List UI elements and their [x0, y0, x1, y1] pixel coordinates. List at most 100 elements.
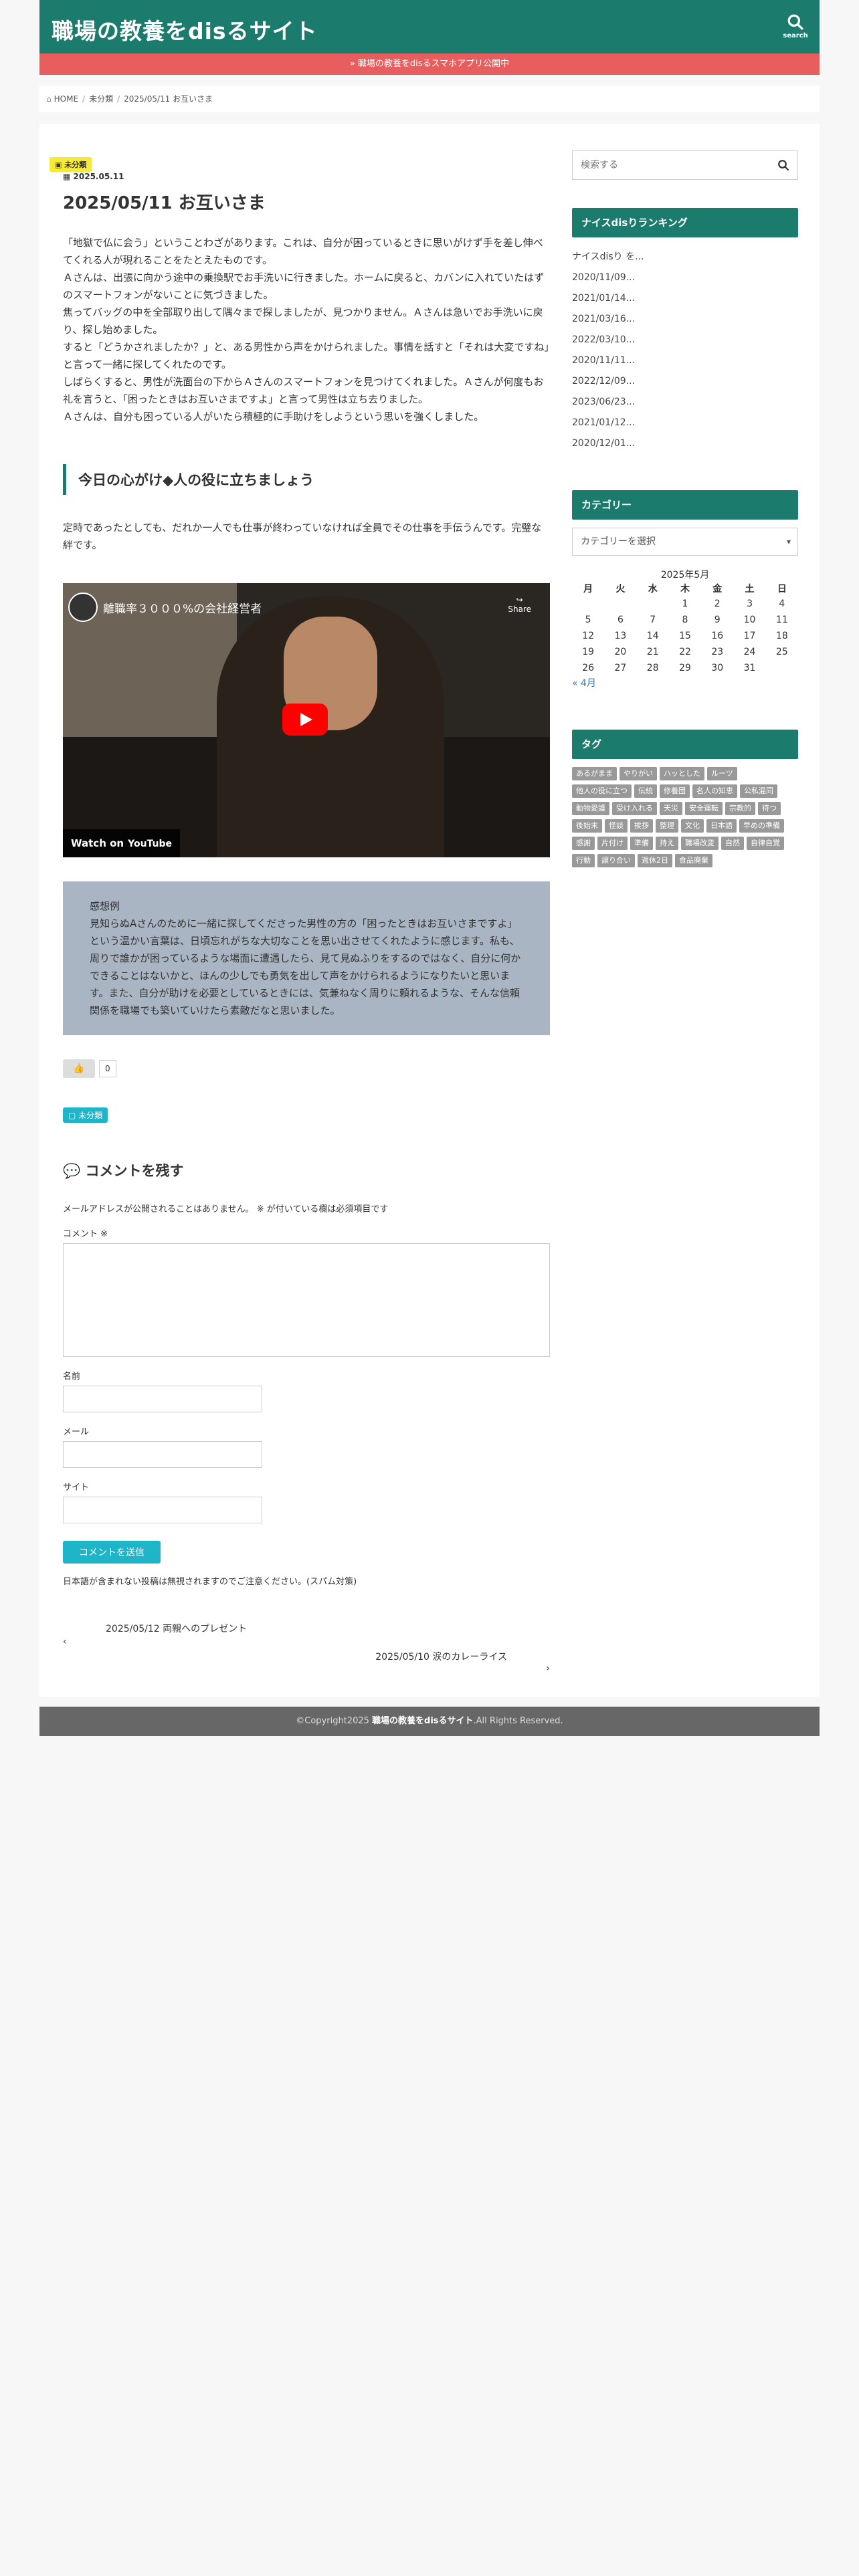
tag-link[interactable]: 職場改変: [681, 837, 719, 850]
calendar-day: 5: [585, 615, 591, 625]
tag-link[interactable]: 修養団: [660, 784, 690, 798]
tag-link[interactable]: 日本語: [706, 819, 737, 833]
calendar-day: 6: [617, 615, 624, 625]
tag-link[interactable]: 後始末: [572, 819, 602, 833]
tag-link[interactable]: 公私混同: [740, 784, 777, 798]
footer: ©Copyright2025 職場の教養をdisるサイト.All Rights …: [39, 1707, 820, 1736]
calendar-day: 10: [743, 615, 756, 625]
calendar-day: 13: [614, 631, 627, 641]
tag-link[interactable]: 天災: [660, 802, 682, 815]
tag-cloud: あるがまま やりがい ハッとした ルーツ他人の役に立つ 伝統 修養団 名人の知恵 公私混同動物…: [572, 767, 798, 867]
tag-link[interactable]: 行動: [572, 854, 595, 867]
tag-link[interactable]: 持え: [656, 837, 678, 850]
tag-link[interactable]: 準備: [630, 837, 653, 850]
category-ribbon[interactable]: ▣ 未分類: [50, 157, 92, 172]
category-select[interactable]: カテゴリーを選択: [572, 528, 798, 556]
body-paragraph: Ａさんは、自分も困っている人がいたら積極的に手助けをしようという思いを強くしまし…: [63, 411, 484, 423]
tag-link[interactable]: 食品廃棄: [675, 854, 712, 867]
section-body: 定時であったとしても、だれか一人でも仕事が終わっていなければ全員でその仕事を手伝…: [63, 522, 542, 551]
ranking-item[interactable]: 2023/06/23...: [572, 392, 798, 413]
next-post-link[interactable]: 2025/05/10 涙のカレーライス: [63, 1650, 550, 1663]
tag-link[interactable]: 自然: [721, 837, 744, 850]
ranking-item[interactable]: 2021/01/12...: [572, 413, 798, 433]
ranking-item[interactable]: 2020/11/09...: [572, 267, 798, 288]
ranking-item[interactable]: 2022/12/09...: [572, 371, 798, 392]
tag-link[interactable]: 挨拶: [630, 819, 653, 833]
tag-link[interactable]: ルーツ: [707, 767, 737, 780]
search-button[interactable]: search: [778, 11, 813, 43]
calendar-day: 15: [679, 631, 691, 641]
breadcrumb-category[interactable]: 未分類: [89, 94, 113, 104]
tag-link[interactable]: 片付け: [597, 837, 628, 850]
calendar-day: 4: [779, 599, 785, 609]
ranking-title: ナイスdisりランキング: [572, 208, 798, 237]
email-input[interactable]: [63, 1441, 262, 1468]
chevron-right-icon[interactable]: ›: [63, 1663, 550, 1674]
ranking-item[interactable]: ナイスdisり を...: [572, 247, 798, 267]
footer-site-link[interactable]: 職場の教養をdisるサイト: [372, 1716, 474, 1726]
play-button[interactable]: [282, 704, 328, 736]
share-button[interactable]: ↪ Share: [508, 595, 531, 614]
tag-link[interactable]: 感謝: [572, 837, 595, 850]
calendar-weekday: 月: [583, 584, 593, 595]
tag-link[interactable]: 譲り合い: [597, 854, 635, 867]
calendar-day: 16: [711, 631, 724, 641]
tag-link[interactable]: 自律自覚: [747, 837, 784, 850]
category-badge[interactable]: ▢ 未分類: [63, 1107, 108, 1123]
calendar-table: 月火水木金土日 1 2 3 4 5 6 7 8 9 10 11 12 13 14 15 16 17 18 19 20 2…: [572, 581, 798, 676]
calendar-weekday: 土: [745, 584, 755, 595]
search-icon[interactable]: [777, 159, 789, 171]
tag-link[interactable]: 待つ: [758, 802, 781, 815]
site-title[interactable]: 職場の教養をdisるサイト: [52, 13, 318, 45]
calendar-day: 17: [743, 631, 756, 641]
like-count: 0: [99, 1060, 116, 1077]
tag-link[interactable]: 文化: [681, 819, 704, 833]
youtube-embed[interactable]: 離職率３０００%の会社経営者 ↪ Share Watch on YouTube: [63, 583, 550, 857]
prev-post-link[interactable]: 2025/05/12 両親へのプレゼント: [63, 1622, 550, 1635]
ranking-item[interactable]: 2022/03/10...: [572, 330, 798, 350]
site-input[interactable]: [63, 1497, 262, 1523]
tag-link[interactable]: 整理: [656, 819, 678, 833]
tag-link[interactable]: ハッとした: [660, 767, 704, 780]
sidebar: 検索する ナイスdisりランキング ナイスdisり を... 2020/11/0…: [572, 150, 798, 867]
sidebar-search-input[interactable]: 検索する: [572, 150, 798, 180]
tag-link[interactable]: やりがい: [619, 767, 657, 780]
tag-link[interactable]: 宗教的: [725, 802, 755, 815]
chevron-left-icon[interactable]: ‹: [63, 1636, 550, 1647]
like-button[interactable]: 👍: [63, 1059, 95, 1078]
calendar-day: 31: [743, 663, 756, 673]
ranking-list: ナイスdisり を... 2020/11/09... 2021/01/14...…: [572, 247, 798, 454]
ranking-item[interactable]: 2020/12/01...: [572, 433, 798, 454]
tag-link[interactable]: 他人の役に立つ: [572, 784, 632, 798]
calendar-day: 20: [614, 647, 627, 657]
watch-on-youtube-button[interactable]: Watch on YouTube: [63, 829, 181, 857]
name-label: 名前: [63, 1372, 81, 1382]
tag-link[interactable]: 週休2日: [638, 854, 672, 867]
article: ▣ 未分類 ▦ 2025.05.11 2025/05/11 お互いさま 「地獄で…: [50, 150, 550, 1674]
tag-link[interactable]: 怪談: [605, 819, 628, 833]
comment-textarea[interactable]: [63, 1243, 550, 1357]
ranking-item[interactable]: 2020/11/11...: [572, 350, 798, 371]
channel-avatar[interactable]: [68, 593, 98, 622]
name-input[interactable]: [63, 1386, 262, 1412]
tag-link[interactable]: 早めの準備: [739, 819, 784, 833]
comment-title: 💬 コメントを残す: [63, 1163, 184, 1179]
calendar-day: 8: [682, 615, 688, 625]
tag-link[interactable]: 動物愛護: [572, 802, 609, 815]
video-title[interactable]: 離職率３０００%の会社経営者: [103, 599, 262, 616]
breadcrumb-home[interactable]: HOME: [54, 94, 78, 104]
tag-link[interactable]: 受け入れる: [612, 802, 657, 815]
post-body: 「地獄で仏に会う」ということわざがあります。これは、自分が困っているときに思いが…: [63, 234, 550, 425]
tag-link[interactable]: 名人の知恵: [692, 784, 737, 798]
calendar-day: 11: [775, 615, 788, 625]
footer-rights: .All Rights Reserved.: [473, 1716, 563, 1726]
ranking-item[interactable]: 2021/01/14...: [572, 288, 798, 309]
calendar-prev-month-link[interactable]: « 4月: [572, 676, 798, 689]
tag-link[interactable]: あるがまま: [572, 767, 617, 780]
ranking-item[interactable]: 2021/03/16...: [572, 309, 798, 330]
tag-link[interactable]: 安全運転: [685, 802, 723, 815]
notice-bar[interactable]: » 職場の教養をdisるスマホアプリ公開中: [39, 53, 820, 75]
calendar-day: 27: [614, 663, 627, 673]
tag-link[interactable]: 伝統: [634, 784, 657, 798]
submit-comment-button[interactable]: コメントを送信: [63, 1541, 161, 1564]
